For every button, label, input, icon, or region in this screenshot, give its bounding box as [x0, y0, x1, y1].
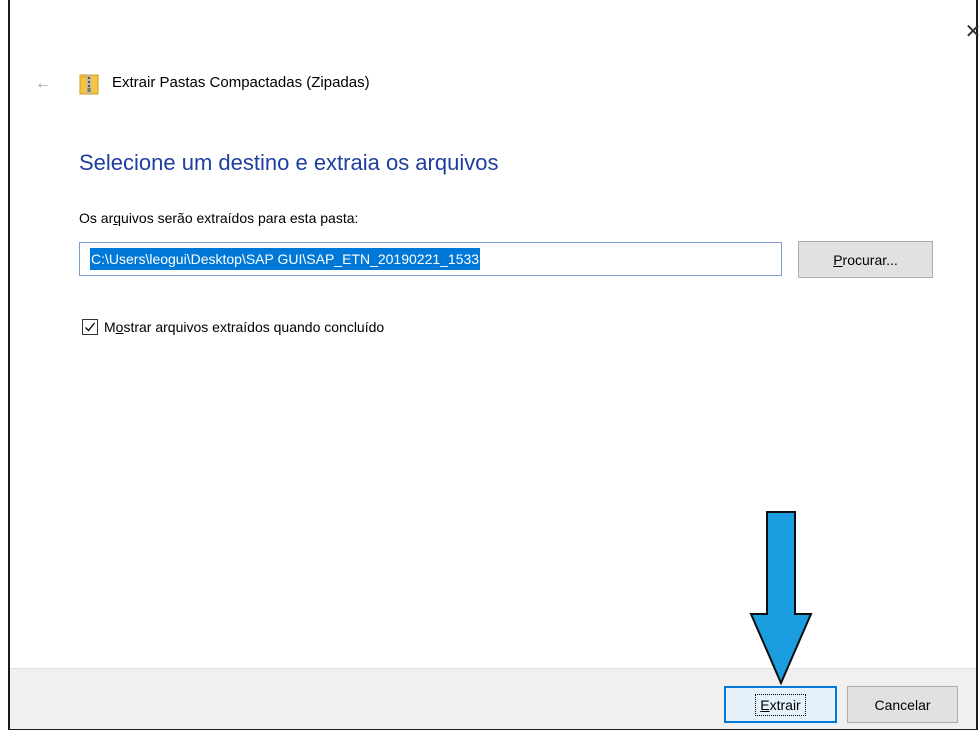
- page-heading: Selecione um destino e extraia os arquiv…: [79, 150, 499, 175]
- down-arrow-icon: [749, 511, 813, 685]
- checkmark-icon: [85, 322, 96, 332]
- cancel-button[interactable]: Cancelar: [847, 686, 958, 723]
- destination-label-text-2: uivos serão extraídos para esta pasta:: [121, 210, 359, 226]
- close-button[interactable]: ✕: [958, 16, 979, 46]
- show-extracted-files-option[interactable]: Mostrar arquivos extraídos quando conclu…: [82, 319, 384, 335]
- back-arrow-icon: ←: [35, 75, 51, 92]
- back-button[interactable]: ←: [32, 74, 54, 94]
- destination-path-input[interactable]: C:\Users\leogui\Desktop\SAP GUI\SAP_ETN_…: [79, 242, 782, 276]
- wizard-window: ✕ ← Extrair Pastas Compactadas (Zipadas)…: [8, 0, 979, 730]
- zip-folder-icon: [79, 74, 99, 95]
- extract-button-label: Extrair: [755, 693, 806, 716]
- checkbox-label-text-2: strar arquivos extraídos quando concluíd…: [123, 319, 385, 335]
- extract-button-text: xtrair: [769, 696, 801, 713]
- extract-button[interactable]: Extrair: [724, 686, 837, 723]
- checkbox-label-text-1: M: [104, 319, 116, 335]
- destination-label: Os arquivos serão extraídos para esta pa…: [79, 210, 358, 226]
- browse-button[interactable]: Procurar...: [798, 241, 933, 278]
- browse-button-accel: P: [833, 251, 843, 268]
- destination-path-value: C:\Users\leogui\Desktop\SAP GUI\SAP_ETN_…: [90, 248, 481, 270]
- destination-label-text-1: Os ar: [79, 210, 114, 226]
- show-extracted-files-label: Mostrar arquivos extraídos quando conclu…: [104, 319, 384, 335]
- extract-button-accel: E: [760, 696, 770, 713]
- destination-label-accel: q: [113, 210, 122, 226]
- close-icon: ✕: [964, 20, 979, 43]
- browse-button-label: rocurar...: [842, 251, 898, 268]
- window-title: Extrair Pastas Compactadas (Zipadas): [112, 74, 370, 91]
- show-extracted-files-checkbox[interactable]: [82, 319, 98, 335]
- button-bar: Extrair Cancelar: [10, 668, 976, 729]
